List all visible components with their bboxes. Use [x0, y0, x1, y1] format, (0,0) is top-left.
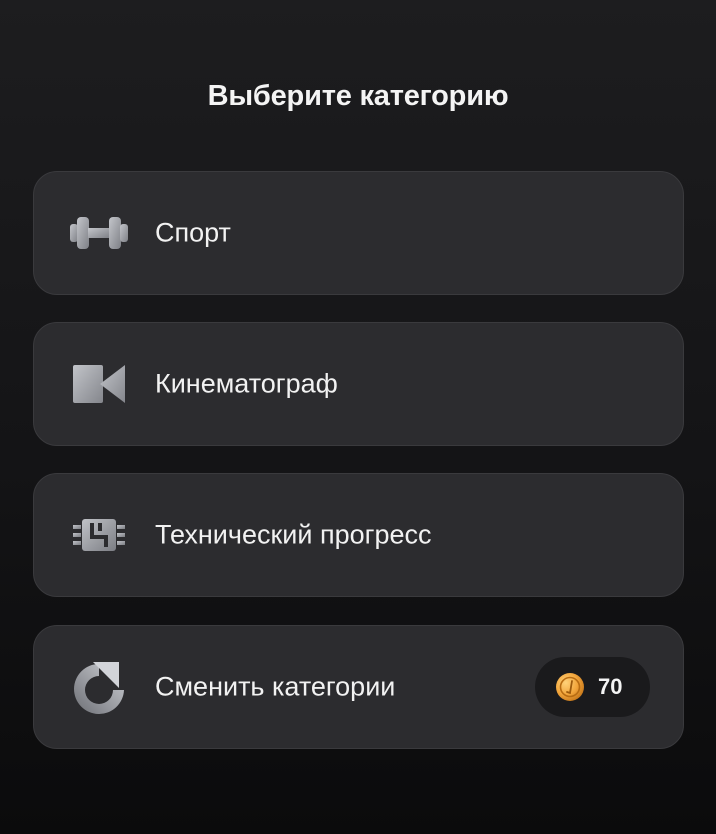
category-tech-button[interactable]: Технический прогресс: [33, 473, 684, 597]
coin-icon: [554, 671, 586, 703]
category-label: Технический прогресс: [155, 519, 432, 550]
category-sport-button[interactable]: Спорт: [33, 171, 684, 295]
change-categories-button[interactable]: Сменить категории 70: [33, 625, 684, 749]
price-amount: 70: [598, 674, 623, 699]
page-title: Выберите категорию: [207, 80, 509, 112]
category-cinema-button[interactable]: Кинематограф: [33, 322, 684, 446]
price-badge: 70: [535, 657, 650, 717]
microchip-icon: [68, 508, 130, 562]
category-label: Кинематограф: [155, 368, 338, 399]
refresh-arrow-icon: [68, 660, 130, 714]
video-camera-icon: [68, 357, 130, 411]
category-label: Спорт: [155, 217, 231, 248]
change-categories-label: Сменить категории: [155, 671, 396, 702]
dumbbell-icon: [68, 206, 130, 260]
